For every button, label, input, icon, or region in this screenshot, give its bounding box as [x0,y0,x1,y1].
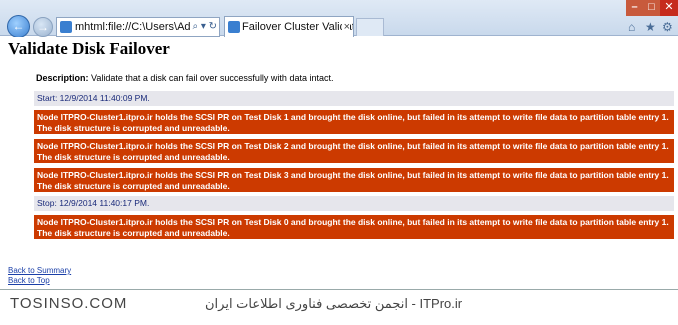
page-icon [60,21,72,33]
watermark-itpro: ITPro.ir - انجمن تخصصی فناوری اطلاعات ای… [205,296,463,311]
back-to-summary-link[interactable]: Back to Summary [8,266,71,275]
description: Description: Validate that a disk can fa… [36,73,333,83]
maximize-button[interactable]: □ [643,0,660,16]
description-text: Validate that a disk can fail over succe… [88,73,334,83]
tab-title: Failover Cluster Validation ... [242,21,353,33]
tab-failover-cluster-validation[interactable]: Failover Cluster Validation ... × [224,16,354,37]
forward-button[interactable]: → [33,17,53,37]
minimize-button[interactable]: – [626,0,643,16]
stop-time-row: Stop: 12/9/2014 11:40:17 PM. [34,196,674,211]
home-icon[interactable]: ⌂ [628,20,635,34]
error-row-disk-3: Node ITPRO-Cluster1.itpro.ir holds the S… [34,168,674,192]
tab-favicon-icon [228,21,240,33]
browser-toolbar: ← → mhtml:file://C:\Users\Adminis ⌕ ▾ ↻ … [0,0,678,38]
close-window-button[interactable]: ✕ [660,0,678,16]
back-button[interactable]: ← [7,15,30,38]
error-row-disk-2: Node ITPRO-Cluster1.itpro.ir holds the S… [34,139,674,163]
watermark-footer: TOSINSO.COM ITPro.ir - انجمن تخصصی فناور… [0,289,678,325]
favorites-star-icon[interactable]: ★ [645,20,656,34]
page-content: Validate Disk Failover Description: Vali… [0,37,678,325]
gear-icon[interactable]: ⚙ [662,20,673,34]
start-time-row: Start: 12/9/2014 11:40:09 PM. [34,91,674,106]
error-row-disk-1: Node ITPRO-Cluster1.itpro.ir holds the S… [34,110,674,134]
tab-close-icon[interactable]: × [341,17,350,37]
page-title: Validate Disk Failover [8,39,170,58]
footer-divider [0,289,678,290]
address-tools-icons[interactable]: ⌕ ▾ ↻ [190,18,217,36]
new-tab-button[interactable] [356,18,384,36]
watermark-tosinso: TOSINSO.COM [10,295,128,312]
address-bar[interactable]: mhtml:file://C:\Users\Adminis ⌕ ▾ ↻ [56,17,220,37]
back-to-top-link[interactable]: Back to Top [8,276,50,285]
error-row-disk-0: Node ITPRO-Cluster1.itpro.ir holds the S… [34,215,674,239]
description-label: Description: [36,73,89,83]
